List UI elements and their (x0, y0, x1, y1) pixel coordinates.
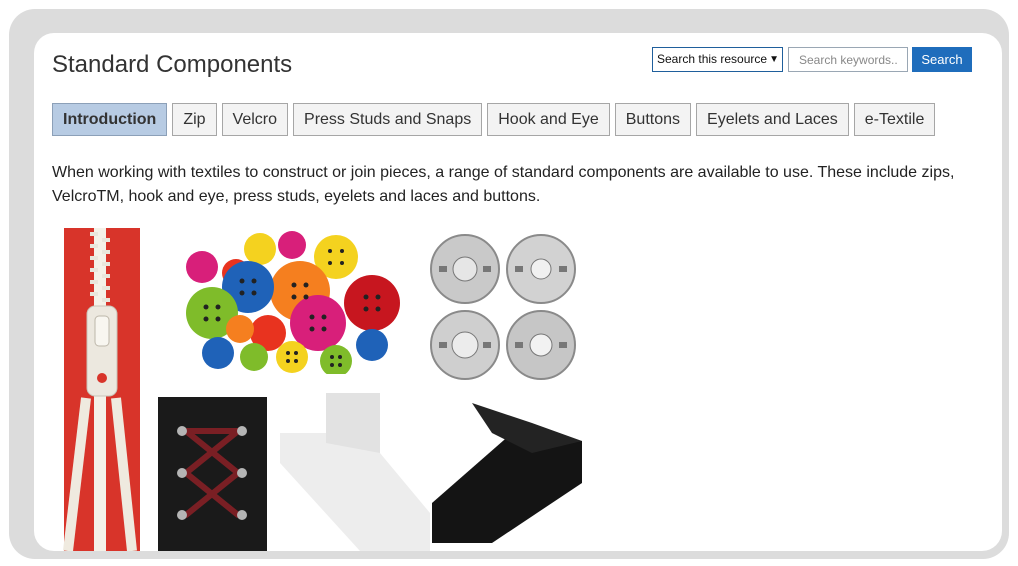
tab-velcro[interactable]: Velcro (221, 103, 289, 136)
black-velcro-image (432, 393, 582, 551)
search-button[interactable]: Search (912, 47, 972, 72)
tab-zip[interactable]: Zip (172, 103, 217, 136)
outer-frame: Standard Components Search this resource… (9, 9, 1009, 559)
content-card: Standard Components Search this resource… (34, 33, 1002, 551)
tab-introduction[interactable]: Introduction (52, 103, 168, 136)
press-studs-image (423, 229, 583, 389)
tab-eyelets-and-laces[interactable]: Eyelets and Laces (696, 103, 849, 136)
chevron-down-icon: ▼ (769, 54, 779, 65)
tab-bar: Introduction Zip Velcro Press Studs and … (52, 103, 936, 136)
tab-e-textile[interactable]: e-Textile (853, 103, 936, 136)
tab-hook-and-eye[interactable]: Hook and Eye (487, 103, 610, 136)
search-scope-value: Search this resource (657, 52, 768, 66)
white-velcro-image (280, 393, 430, 551)
zip-image (56, 228, 145, 551)
tab-buttons[interactable]: Buttons (614, 103, 692, 136)
intro-paragraph: When working with textiles to construct … (52, 164, 955, 205)
search-input[interactable] (788, 47, 908, 72)
search-scope-select[interactable]: Search this resource ▼ (652, 47, 783, 72)
buttons-image (178, 229, 403, 374)
tab-press-studs-and-snaps[interactable]: Press Studs and Snaps (293, 103, 483, 136)
eyelets-laces-image (158, 397, 267, 551)
page-title: Standard Components (52, 51, 293, 78)
